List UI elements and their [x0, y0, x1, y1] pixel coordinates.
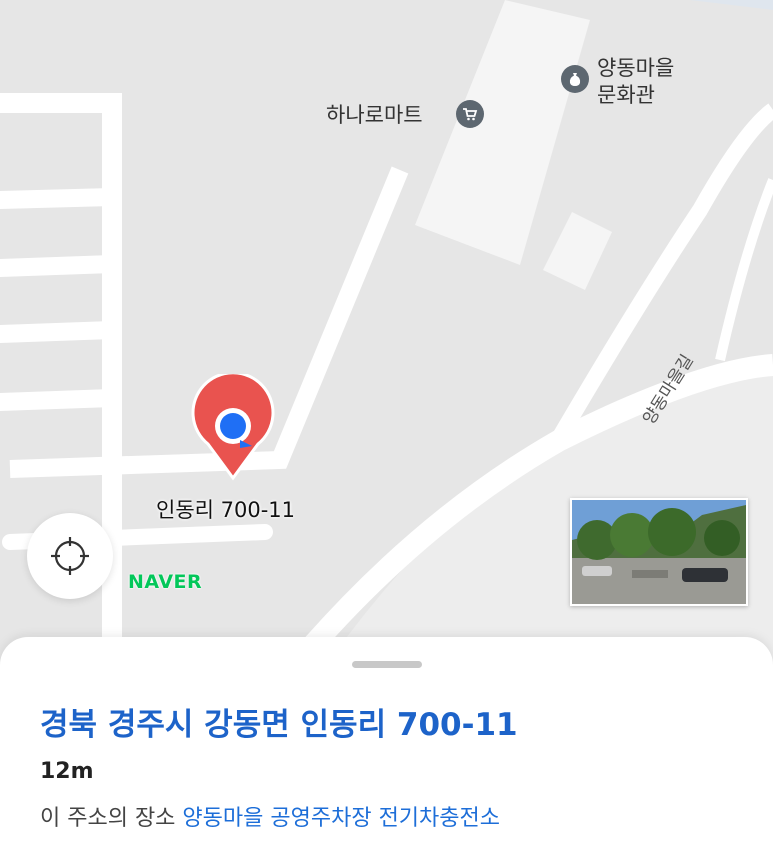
pin-address-label: 인동리 700-11 [156, 498, 296, 522]
shopping-cart-icon[interactable] [456, 100, 484, 128]
poi-culture-hall-label-line1: 양동마을 [597, 56, 675, 80]
money-bag-icon[interactable] [561, 65, 589, 93]
poi-culture-hall-label[interactable]: 양동마을 문화관 [597, 55, 674, 109]
crosshair-icon [51, 537, 89, 575]
place-prefix: 이 주소의 장소 [40, 806, 183, 831]
location-pin-icon[interactable] [190, 374, 276, 482]
current-location-button[interactable] [27, 513, 113, 599]
poi-culture-hall-label-line2: 문화관 [597, 83, 655, 107]
place-link[interactable]: 양동마을 공영주차장 전기차충전소 [182, 806, 500, 831]
street-view-photo [572, 500, 746, 604]
address-bottom-sheet[interactable]: 경북 경주시 강동면 인동리 700-11 12m 이 주소의 장소 양동마을 … [0, 637, 773, 862]
poi-mart-label[interactable]: 하나로마트 [326, 102, 423, 129]
naver-logo: NAVER [128, 571, 203, 593]
place-row: 이 주소의 장소 양동마을 공영주차장 전기차충전소 [40, 800, 500, 832]
sheet-drag-handle[interactable] [352, 661, 422, 668]
address-title[interactable]: 경북 경주시 강동면 인동리 700-11 [40, 699, 518, 744]
distance-text: 12m [40, 759, 94, 784]
street-view-thumbnail[interactable] [570, 498, 748, 606]
